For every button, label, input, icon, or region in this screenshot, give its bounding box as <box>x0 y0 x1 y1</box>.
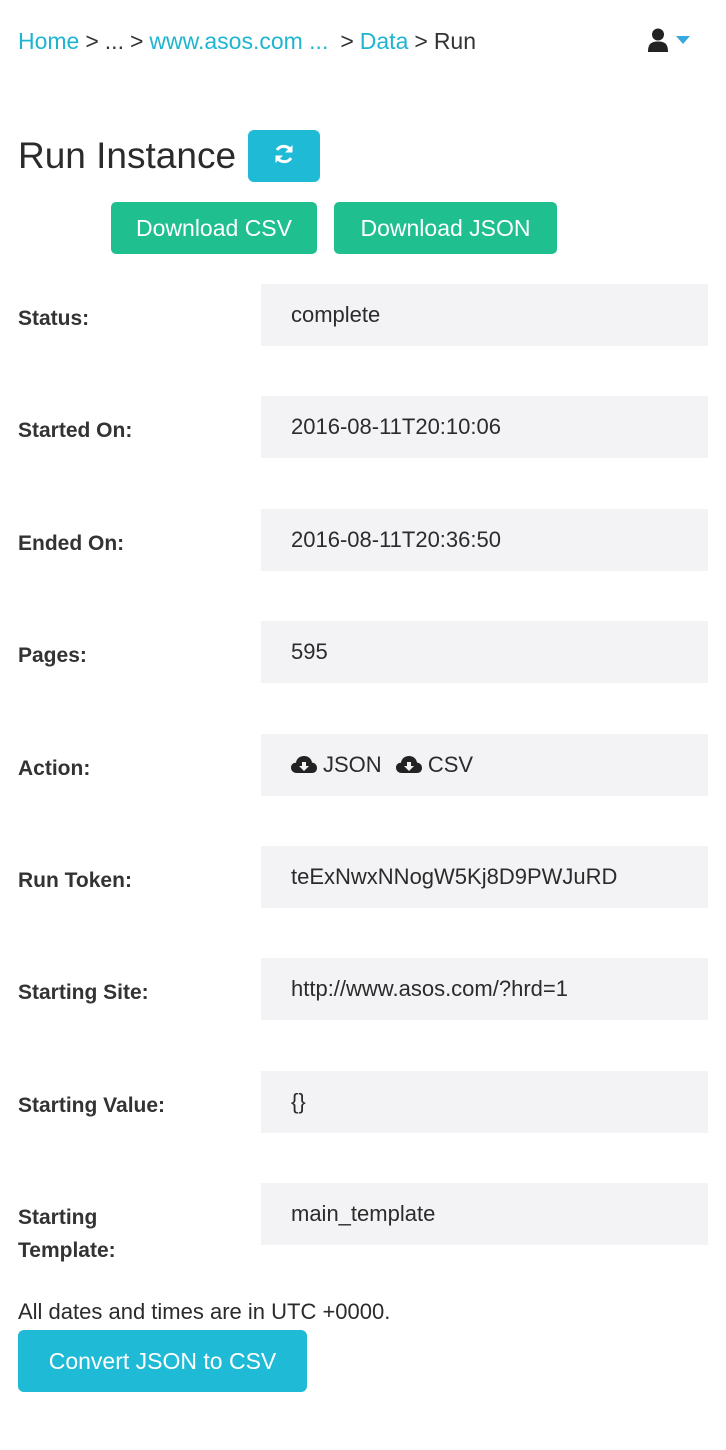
started-on-label: Started On: <box>18 419 133 443</box>
timezone-note: All dates and times are in UTC +0000. <box>18 1299 391 1324</box>
started-on-value: 2016-08-11T20:10:06 <box>261 396 708 459</box>
refresh-icon <box>273 143 295 170</box>
breadcrumb-home-link[interactable]: Home <box>18 28 79 54</box>
page-title: Run Instance <box>18 135 237 176</box>
run-token-label: Run Token: <box>18 868 132 892</box>
starting-template-label: Starting Template: <box>18 1206 116 1263</box>
detail-row-run-token: Run Token: teExNwxNNogW5Kj8D9PWJuRD <box>0 845 726 958</box>
detail-row-status: Status: complete <box>0 284 726 396</box>
detail-row-action: Action: JSON CSV <box>0 733 726 846</box>
title-row: Run Instance <box>18 130 321 182</box>
action-value: JSON CSV <box>261 733 708 796</box>
action-json-label: JSON <box>323 751 382 777</box>
breadcrumb-separator: > <box>85 28 99 54</box>
action-label: Action: <box>18 756 91 780</box>
breadcrumb-separator: > <box>340 28 354 54</box>
user-menu-toggle[interactable] <box>648 28 690 52</box>
starting-value-value: {} <box>261 1070 708 1133</box>
detail-row-ended-on: Ended On: 2016-08-11T20:36:50 <box>0 508 726 621</box>
breadcrumb-site-link[interactable]: www.asos.com ... <box>149 28 328 54</box>
breadcrumb-separator: > <box>414 28 428 54</box>
detail-row-pages: Pages: 595 <box>0 621 726 733</box>
download-csv-button[interactable]: Download CSV <box>111 202 317 254</box>
cloud-download-icon <box>291 755 317 775</box>
ended-on-label: Ended On: <box>18 531 125 555</box>
download-buttons: Download CSV Download JSON <box>111 202 557 254</box>
breadcrumb-separator: > <box>129 28 144 54</box>
starting-site-label: Starting Site: <box>18 981 149 1005</box>
run-token-value: teExNwxNNogW5Kj8D9PWJuRD <box>261 845 708 908</box>
ended-on-value: 2016-08-11T20:36:50 <box>261 508 708 571</box>
action-csv-label: CSV <box>427 751 474 777</box>
breadcrumb-ellipsis[interactable]: ... <box>105 28 124 54</box>
detail-row-starting-site: Starting Site: http://www.asos.com/?hrd=… <box>0 958 726 1070</box>
cloud-download-icon <box>395 755 422 775</box>
status-value: complete <box>261 284 708 346</box>
download-json-button[interactable]: Download JSON <box>334 202 557 254</box>
breadcrumb-current: Run <box>433 28 477 54</box>
breadcrumb: Home >... > www.asos.com ... > Data > Run <box>18 26 476 56</box>
convert-json-to-csv-button[interactable]: Convert JSON to CSV <box>18 1330 307 1392</box>
detail-row-started-on: Started On: 2016-08-11T20:10:06 <box>0 396 726 508</box>
starting-value-label: Starting Value: <box>18 1093 166 1117</box>
pages-value: 595 <box>261 621 708 684</box>
run-details: Status: complete Started On: 2016-08-11T… <box>0 284 726 1296</box>
pages-label: Pages: <box>18 644 87 668</box>
download-json-link[interactable]: JSON <box>291 734 382 796</box>
starting-template-value: main_template <box>261 1183 708 1246</box>
detail-row-starting-template: Starting Template: main_template <box>0 1183 726 1295</box>
user-icon <box>648 28 668 52</box>
breadcrumb-data-link[interactable]: Data <box>360 28 409 54</box>
caret-down-icon <box>676 35 690 45</box>
download-csv-link[interactable]: CSV <box>395 734 474 796</box>
status-label: Status: <box>18 307 90 330</box>
starting-site-value: http://www.asos.com/?hrd=1 <box>261 958 708 1021</box>
detail-row-starting-value: Starting Value: {} <box>0 1070 726 1183</box>
run-page: Home >... > www.asos.com ... > Data > Run Run I… <box>0 0 726 1450</box>
refresh-button[interactable] <box>248 130 321 182</box>
